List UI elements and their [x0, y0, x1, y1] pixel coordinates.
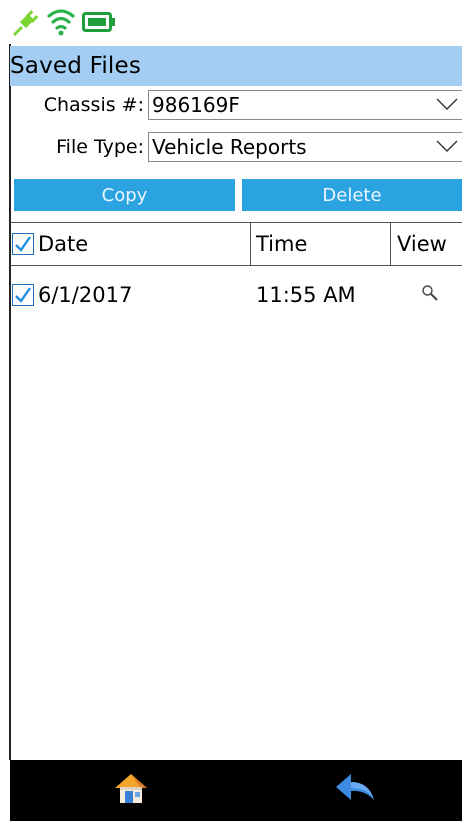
table-row[interactable]: 6/1/2017 11:55 AM — [10, 270, 462, 320]
app-frame: Saved Files Chassis #: 986169F File Type… — [0, 0, 462, 821]
title-bar: Saved Files — [10, 46, 462, 86]
select-all-checkbox[interactable] — [12, 233, 34, 255]
row-date-cell: 6/1/2017 — [10, 270, 250, 320]
home-button[interactable] — [106, 768, 156, 812]
row-view-cell — [390, 270, 462, 320]
file-type-select[interactable]: Vehicle Reports — [148, 132, 462, 162]
file-type-value: Vehicle Reports — [152, 135, 307, 159]
chassis-value: 986169F — [152, 93, 240, 117]
plug-icon — [10, 6, 40, 38]
status-bar — [10, 0, 462, 44]
home-icon — [111, 770, 151, 810]
copy-button[interactable]: Copy — [14, 179, 235, 211]
table-header: Date Time View — [10, 222, 462, 266]
back-button[interactable] — [330, 768, 380, 812]
column-label-date: Date — [38, 232, 89, 256]
column-header-view[interactable]: View — [390, 223, 462, 265]
bottom-nav — [10, 760, 462, 821]
column-header-time[interactable]: Time — [250, 223, 390, 265]
magnifier-icon[interactable] — [421, 283, 439, 307]
row-checkbox[interactable] — [12, 284, 34, 306]
file-type-row: File Type: Vehicle Reports — [10, 131, 462, 163]
chassis-select[interactable]: 986169F — [148, 90, 462, 120]
chevron-down-icon — [436, 138, 458, 160]
column-label-view: View — [397, 232, 447, 256]
row-time-cell: 11:55 AM — [250, 270, 390, 320]
chassis-row: Chassis #: 986169F — [10, 89, 462, 121]
back-arrow-icon — [333, 770, 377, 810]
row-date: 6/1/2017 — [38, 283, 133, 307]
delete-button[interactable]: Delete — [242, 179, 462, 211]
wifi-icon — [46, 6, 76, 38]
chassis-label: Chassis #: — [43, 94, 144, 116]
column-label-time: Time — [256, 232, 308, 256]
file-type-label: File Type: — [56, 136, 144, 158]
page-title: Saved Files — [10, 53, 142, 79]
battery-icon — [82, 6, 116, 38]
column-header-date[interactable]: Date — [10, 223, 250, 265]
chevron-down-icon — [436, 96, 458, 118]
row-time: 11:55 AM — [256, 283, 356, 307]
